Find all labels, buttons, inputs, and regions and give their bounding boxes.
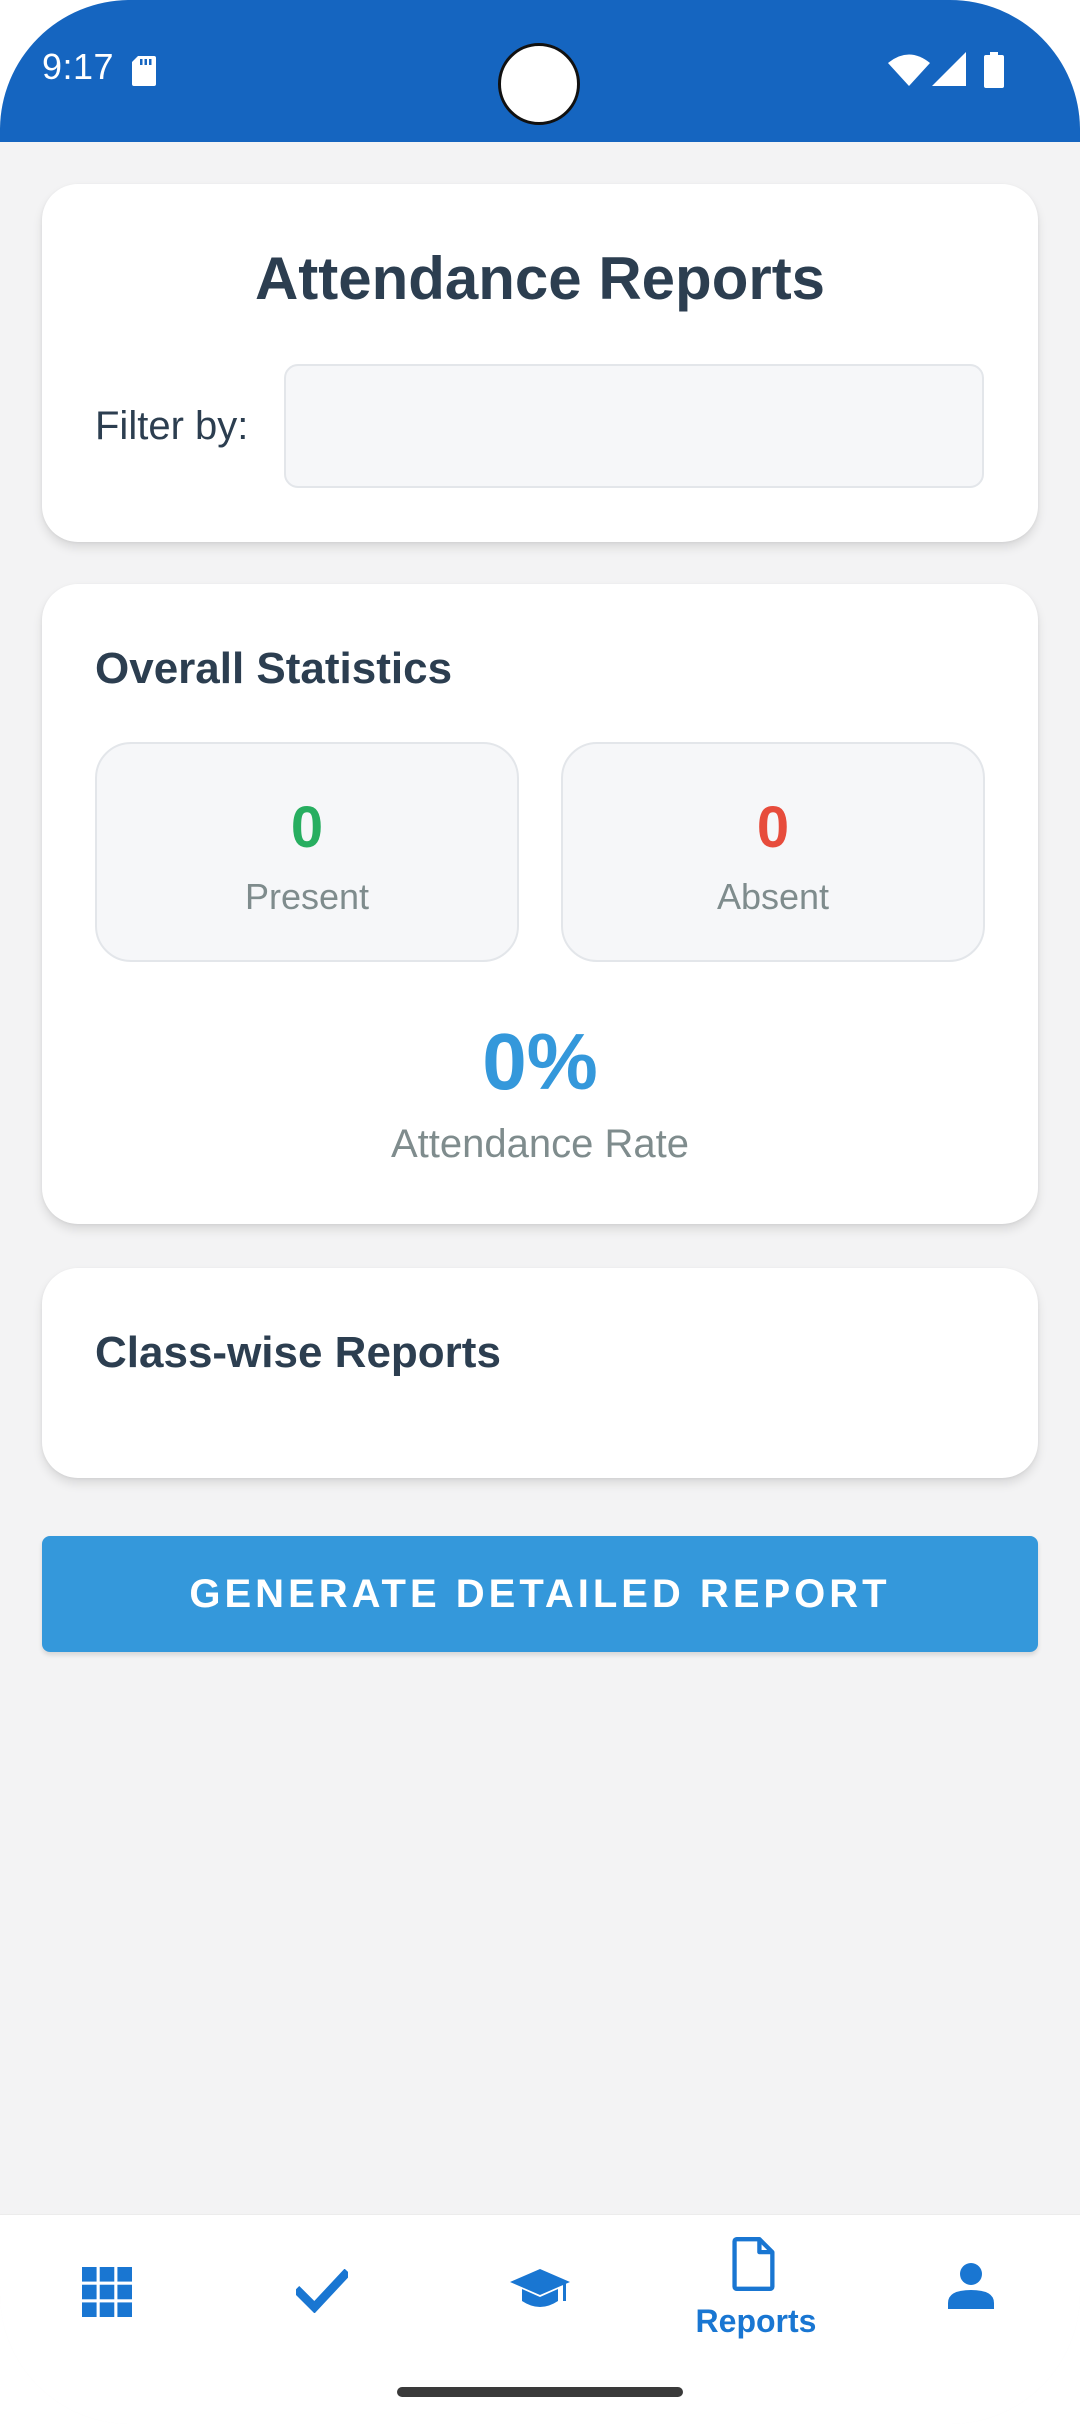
- dashboard-grid-icon: [82, 2267, 132, 2317]
- absent-count: 0: [756, 795, 790, 860]
- overall-statistics-card: Overall Statistics 0 Present 0 Absent 0%…: [42, 584, 1038, 1224]
- person-icon: [948, 2263, 994, 2309]
- statistics-title: Overall Statistics: [95, 644, 453, 693]
- status-time: 9:17: [42, 46, 115, 87]
- cell-signal-icon: [932, 52, 966, 86]
- battery-icon: [984, 52, 1004, 88]
- filter-select[interactable]: [284, 364, 984, 488]
- absent-stat-box: 0 Absent: [561, 742, 985, 962]
- nav-label-reports: Reports: [695, 2303, 817, 2339]
- present-count: 0: [290, 795, 324, 860]
- report-header-card: Attendance Reports Filter by:: [42, 184, 1038, 542]
- phone-screen: 9:17 Attendance Reports Filter by: Overa…: [0, 0, 1080, 2424]
- nav-item-classes[interactable]: [432, 2215, 648, 2365]
- page-title: Attendance Reports: [254, 245, 826, 312]
- checkmark-icon: [296, 2269, 348, 2313]
- attendance-rate-value: 0%: [482, 1017, 598, 1106]
- filter-label: Filter by:: [95, 404, 249, 448]
- sd-card-icon: [132, 56, 156, 86]
- present-label: Present: [244, 876, 370, 917]
- class-wise-title: Class-wise Reports: [95, 1328, 501, 1377]
- home-indicator[interactable]: [397, 2387, 683, 2397]
- attendance-rate-label: Attendance Rate: [391, 1122, 689, 1166]
- document-icon: [732, 2237, 775, 2291]
- graduation-cap-icon: [510, 2269, 570, 2307]
- camera-cutout: [498, 43, 580, 125]
- status-bar: 9:17: [0, 0, 1080, 142]
- class-wise-reports-card: Class-wise Reports: [42, 1268, 1038, 1478]
- wifi-icon: [888, 54, 930, 86]
- present-stat-box: 0 Present: [95, 742, 519, 962]
- absent-label: Absent: [716, 876, 830, 917]
- nav-item-reports[interactable]: Reports: [648, 2215, 864, 2365]
- nav-item-profile[interactable]: [864, 2215, 1080, 2365]
- nav-item-attendance[interactable]: [216, 2215, 432, 2365]
- nav-item-dashboard[interactable]: [0, 2215, 216, 2365]
- generate-report-button[interactable]: GENERATE DETAILED REPORT: [42, 1536, 1038, 1652]
